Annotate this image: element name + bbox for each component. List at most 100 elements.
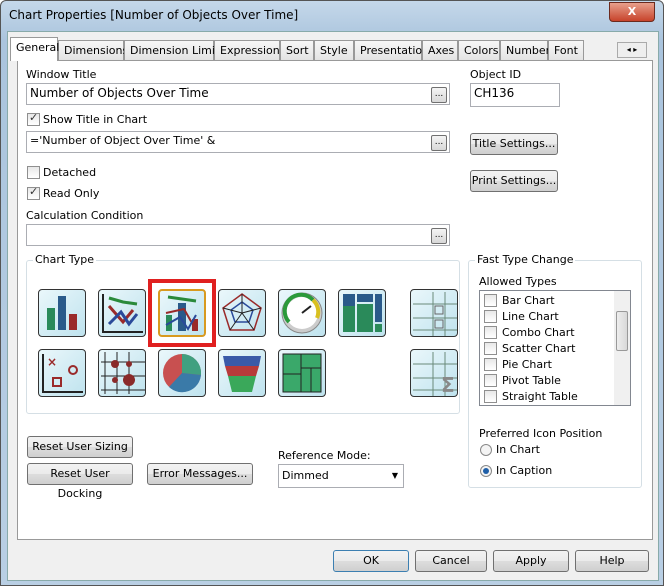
pie-chart-icon	[163, 353, 202, 393]
show-title-label: Show Title in Chart	[43, 113, 148, 126]
detached-checkbox[interactable]	[27, 166, 40, 179]
cancel-button[interactable]: Cancel	[415, 550, 487, 572]
in-caption-radio[interactable]	[480, 465, 492, 477]
window-title-label: Window Title	[26, 68, 97, 81]
scatter-chart-icon: ×	[42, 354, 83, 393]
fast-type-change-group: Fast Type Change Allowed Types Bar Chart…	[468, 253, 642, 488]
gauge-chart-icon	[281, 292, 323, 334]
allowed-type-checkbox[interactable]	[484, 326, 497, 339]
detached-label: Detached	[43, 166, 97, 179]
chevron-down-icon: ▼	[391, 471, 398, 480]
funnel-chart-icon	[223, 356, 261, 392]
error-messages-button[interactable]: Error Messages...	[147, 463, 253, 485]
allowed-type-checkbox[interactable]	[484, 342, 497, 355]
allowed-types-label: Allowed Types	[479, 275, 557, 288]
funnel-chart-type-button[interactable]	[218, 349, 266, 397]
allowed-type-checkbox[interactable]	[484, 374, 497, 387]
allowed-type-checkbox[interactable]	[484, 294, 497, 307]
close-button[interactable]: X	[609, 2, 655, 22]
radar-chart-icon	[222, 293, 262, 331]
tab-axes[interactable]: Axes	[422, 40, 458, 60]
straight-table-icon: Σ	[413, 352, 457, 397]
tab-dimension-limits[interactable]: Dimension Limits	[124, 40, 225, 60]
svg-text:×: ×	[47, 355, 57, 369]
reset-user-docking-button[interactable]: Reset User Docking	[27, 463, 133, 500]
line-chart-icon	[102, 294, 143, 333]
preferred-icon-label: Preferred Icon Position	[479, 427, 603, 440]
gauge-chart-type-button[interactable]	[278, 289, 326, 337]
mekko-chart-type-button[interactable]	[338, 289, 386, 337]
window-title: Chart Properties [Number of Objects Over…	[9, 8, 299, 22]
line-chart-type-button[interactable]	[98, 289, 146, 337]
window-title-input[interactable]: Number of Objects Over Time	[26, 83, 450, 105]
tab-number[interactable]: Number	[500, 40, 550, 60]
reference-mode-value: Dimmed	[282, 469, 329, 482]
tab-style[interactable]: Style	[314, 40, 354, 60]
allowed-type-label: Scatter Chart	[502, 342, 576, 355]
title-settings-button[interactable]: Title Settings...	[470, 133, 558, 155]
in-chart-radio[interactable]	[480, 444, 492, 456]
calc-condition-label: Calculation Condition	[26, 209, 144, 222]
chart-type-label: Chart Type	[33, 253, 96, 266]
selection-highlight	[148, 279, 216, 347]
title-expression-ellipsis-button[interactable]: ...	[431, 135, 447, 151]
general-panel: Window Title Number of Objects Over Time…	[17, 60, 653, 540]
allowed-type-label: Bar Chart	[502, 294, 555, 307]
fast-type-label: Fast Type Change	[475, 253, 576, 266]
reference-mode-select[interactable]: Dimmed ▼	[278, 464, 404, 488]
show-title-checkbox[interactable]	[27, 111, 40, 126]
read-only-checkbox[interactable]	[27, 185, 40, 200]
radar-chart-type-button[interactable]	[218, 289, 266, 337]
print-settings-button[interactable]: Print Settings...	[470, 170, 558, 192]
tab-dimensions[interactable]: Dimensions	[58, 40, 128, 60]
tab-colors[interactable]: Colors	[458, 40, 500, 60]
calc-condition-input[interactable]	[26, 224, 450, 246]
tab-font[interactable]: Font	[548, 40, 584, 60]
allowed-type-label: Combo Chart	[502, 326, 575, 339]
block-chart-type-button[interactable]	[278, 349, 326, 397]
title-expression-input[interactable]: ='Number of Object Over Time' &	[26, 131, 450, 153]
in-caption-label: In Caption	[496, 464, 553, 477]
scatter-chart-type-button[interactable]: ×	[38, 349, 86, 397]
tab-scroll-buttons[interactable]: ◂ ▸	[617, 42, 647, 58]
allowed-type-label: Line Chart	[502, 310, 559, 323]
allowed-type-label: Pie Chart	[502, 358, 552, 371]
svg-text:Σ: Σ	[441, 373, 455, 396]
pivot-table-icon	[413, 292, 457, 336]
bar-chart-type-button[interactable]	[38, 289, 86, 337]
tab-sort[interactable]: Sort	[280, 40, 314, 60]
calc-condition-ellipsis-button[interactable]: ...	[431, 228, 447, 244]
allowed-type-checkbox[interactable]	[484, 310, 497, 323]
tab-presentation[interactable]: Presentation	[354, 40, 429, 60]
help-button[interactable]: Help	[575, 550, 649, 572]
grid-chart-type-button[interactable]	[98, 349, 146, 397]
object-id-input[interactable]: CH136	[470, 83, 560, 107]
allowed-types-scrollbar[interactable]	[614, 291, 630, 405]
tab-general[interactable]: General	[10, 37, 59, 61]
allowed-type-label: Straight Table	[502, 390, 578, 403]
in-chart-label: In Chart	[496, 443, 540, 456]
pivot-table-type-button[interactable]	[410, 289, 458, 337]
block-chart-icon	[282, 353, 322, 393]
bar-chart-icon	[47, 296, 77, 330]
read-only-label: Read Only	[43, 187, 100, 200]
allowed-type-checkbox[interactable]	[484, 358, 497, 371]
object-id-label: Object ID	[470, 68, 522, 81]
apply-button[interactable]: Apply	[493, 550, 569, 572]
reference-mode-label: Reference Mode:	[278, 449, 371, 462]
reset-user-sizing-button[interactable]: Reset User Sizing	[27, 436, 133, 458]
grid-chart-icon	[101, 352, 145, 394]
chart-type-group: Chart Type × Σ	[26, 253, 460, 414]
pie-chart-type-button[interactable]	[158, 349, 206, 397]
ok-button[interactable]: OK	[333, 550, 409, 572]
straight-table-type-button[interactable]: Σ	[410, 349, 458, 397]
chart-properties-dialog: Chart Properties [Number of Objects Over…	[0, 0, 664, 586]
mekko-chart-icon	[343, 294, 382, 332]
scrollbar-thumb[interactable]	[616, 311, 628, 351]
allowed-types-list: Bar Chart Line Chart Combo Chart Scatter Ch…	[479, 290, 631, 406]
dialog-body: General Dimensions Dimension Limits Express…	[7, 31, 659, 581]
tab-expressions[interactable]: Expressions	[214, 40, 285, 60]
allowed-type-checkbox[interactable]	[484, 390, 497, 403]
window-title-ellipsis-button[interactable]: ...	[431, 87, 447, 103]
allowed-type-label: Pivot Table	[502, 374, 561, 387]
